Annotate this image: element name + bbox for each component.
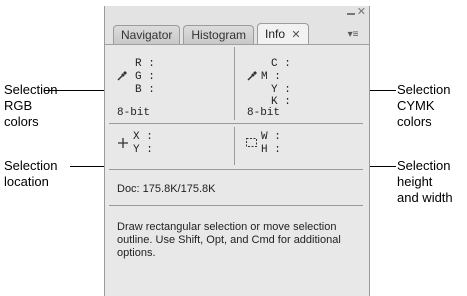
w-label: W :	[261, 131, 281, 143]
document-size: Doc: 175.8K/175.8K	[117, 183, 216, 195]
y-label: Y :	[271, 84, 291, 96]
m-label: M :	[261, 71, 281, 83]
tab-histogram[interactable]: Histogram	[183, 25, 255, 44]
rgb-eyedropper-icon	[117, 69, 129, 84]
tab-navigator-label: Navigator	[121, 28, 173, 42]
callout-selection-size: Selection height and width	[397, 158, 453, 205]
tab-close-icon[interactable]: ✕	[291, 29, 300, 41]
tab-histogram-label: Histogram	[191, 28, 247, 42]
tool-description: Draw rectangular selection or move selec…	[117, 221, 341, 259]
selection-rect-icon	[245, 136, 259, 153]
tab-navigator[interactable]: Navigator	[113, 25, 181, 44]
cmyk-eyedropper-icon	[247, 69, 259, 84]
size-readout: W : H :	[235, 125, 365, 167]
panel-tabs: Navigator Histogram Info ✕	[113, 22, 312, 44]
crosshair-icon	[117, 137, 129, 153]
g-label: G :	[135, 71, 155, 83]
c-label: C :	[271, 58, 291, 70]
info-panel: ✕ Navigator Histogram Info ✕ ▾≡ R: G: …	[104, 6, 370, 296]
horizontal-divider-1	[109, 123, 363, 124]
callout-selection-location: Selection location	[4, 158, 58, 189]
info-content: R : G : B : 8-bit C : M : Y : K : 8-bit	[105, 44, 369, 296]
rgb-bit-depth: 8-bit	[117, 107, 151, 119]
cmyk-bit-depth: 8-bit	[247, 107, 281, 119]
cmyk-readout: C : M : Y : K : 8-bit	[235, 45, 365, 121]
location-readout: X : Y :	[105, 125, 233, 167]
minimize-icon[interactable]	[347, 13, 355, 15]
tab-info[interactable]: Info ✕	[257, 23, 309, 44]
y-location-label: Y :	[133, 144, 153, 156]
horizontal-divider-2	[109, 169, 363, 170]
horizontal-divider-3	[109, 205, 363, 206]
panel-close-icon[interactable]: ✕	[357, 6, 366, 18]
panel-menu-icon[interactable]: ▾≡	[343, 28, 363, 42]
x-label: X :	[133, 131, 153, 143]
callout-selection-cmyk: Selection CYMK colors	[397, 82, 451, 129]
tab-info-label: Info	[265, 27, 286, 41]
h-label: H :	[261, 144, 281, 156]
panel-titlebar[interactable]: ✕	[105, 6, 369, 22]
rgb-readout: R : G : B : 8-bit	[105, 45, 233, 121]
b-label: B :	[135, 84, 155, 96]
r-label: R :	[135, 58, 155, 70]
